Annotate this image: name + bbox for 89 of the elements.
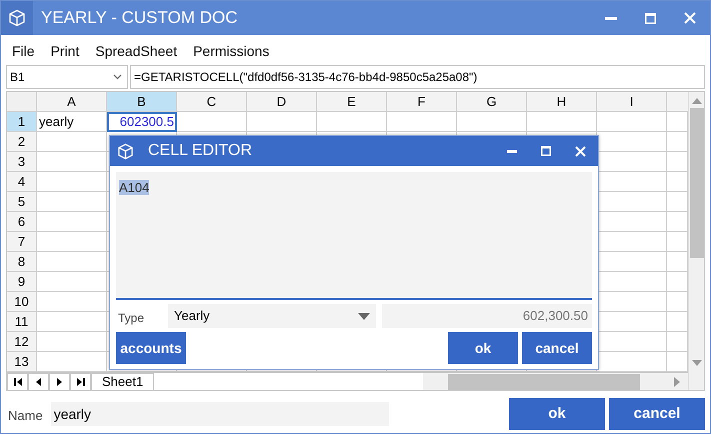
row-header[interactable]: 10 (7, 292, 37, 312)
table-cell[interactable] (37, 172, 107, 192)
dialog-button[interactable]: accounts (116, 332, 186, 364)
table-cell[interactable] (37, 332, 107, 352)
table-cell[interactable] (37, 192, 107, 212)
scrollbar-thumb[interactable] (690, 108, 704, 258)
row-header[interactable]: 3 (7, 152, 37, 172)
column-header[interactable] (667, 92, 688, 112)
first-icon (14, 378, 22, 386)
column-header[interactable]: B (107, 92, 177, 112)
down-arrow-icon[interactable] (692, 360, 702, 366)
table-cell[interactable] (37, 212, 107, 232)
type-label: Type (117, 310, 146, 327)
table-cell[interactable] (37, 312, 107, 332)
table-cell[interactable] (37, 232, 107, 252)
row-header[interactable]: 4 (7, 172, 37, 192)
table-cell[interactable] (37, 252, 107, 272)
menu-item[interactable]: File (12, 40, 35, 62)
name-field[interactable]: yearly (50, 402, 389, 426)
minimize-icon[interactable] (507, 149, 517, 153)
right-triangle-icon (57, 378, 62, 386)
close-icon[interactable] (684, 12, 696, 24)
table-cell[interactable]: yearly (37, 112, 107, 132)
column-header[interactable]: I (597, 92, 667, 112)
type-dropdown[interactable]: Yearly (168, 304, 376, 328)
row-header[interactable]: 12 (7, 332, 37, 352)
maximize-icon[interactable] (645, 12, 656, 24)
menu-item[interactable]: Print (50, 40, 80, 62)
dialog-button[interactable]: ok (448, 332, 518, 364)
row-header[interactable]: 13 (7, 352, 37, 372)
row-header[interactable]: 1 (7, 112, 37, 132)
horizontal-scrollbar[interactable] (423, 372, 688, 390)
table-cell[interactable] (37, 132, 107, 152)
dropdown-arrow-icon (358, 312, 370, 320)
row-header[interactable]: 2 (7, 132, 37, 152)
table-cell[interactable] (37, 292, 107, 312)
next-sheet-button[interactable] (49, 372, 70, 390)
table-cell[interactable] (37, 152, 107, 172)
column-header[interactable]: D (247, 92, 317, 112)
vertical-scrollbar[interactable] (688, 92, 704, 390)
column-header[interactable]: H (527, 92, 597, 112)
row-header[interactable]: 11 (7, 312, 37, 332)
table-cell[interactable] (597, 112, 667, 132)
window-title: YEARLY - CUSTOM DOC (41, 7, 238, 30)
cube-icon (8, 9, 26, 27)
menu-item[interactable]: Permissions (193, 40, 270, 62)
column-header[interactable]: F (387, 92, 457, 112)
column-header[interactable]: C (177, 92, 247, 112)
name-label: Name (8, 407, 43, 426)
first-sheet-button[interactable] (7, 372, 28, 390)
up-arrow-icon[interactable] (692, 98, 702, 104)
maximize-icon[interactable] (541, 146, 551, 156)
cell-reference-dropdown[interactable]: B1 (6, 65, 128, 89)
value-field: 602,300.50 (382, 304, 592, 328)
table-cell[interactable] (457, 112, 527, 132)
table-cell[interactable] (37, 272, 107, 292)
column-header[interactable]: G (457, 92, 527, 112)
table-cell[interactable] (177, 112, 247, 132)
right-arrow-icon[interactable] (674, 376, 680, 386)
previous-sheet-button[interactable] (28, 372, 49, 390)
table-cell[interactable] (317, 112, 387, 132)
row-header[interactable]: 7 (7, 232, 37, 252)
row-header[interactable]: 8 (7, 252, 37, 272)
formula-field[interactable]: =GETARISTOCELL("dfd0df56-3135-4c76-bb4d-9850c5a25a08") (130, 65, 705, 89)
scrollbar-thumb[interactable] (448, 374, 640, 390)
sheet-tab[interactable]: Sheet1 (91, 372, 154, 390)
dialog-button[interactable]: ok (509, 398, 605, 430)
text-editor-area[interactable]: A104 (116, 172, 592, 300)
selected-text: A104 (119, 180, 150, 195)
close-icon[interactable] (575, 146, 586, 156)
row-header[interactable]: 5 (7, 192, 37, 212)
table-cell[interactable] (527, 112, 597, 132)
table-cell[interactable] (247, 112, 317, 132)
minimize-icon[interactable] (605, 16, 617, 20)
dialog-title: CELL EDITOR (148, 141, 252, 161)
left-triangle-icon (36, 378, 41, 386)
cube-icon (117, 142, 134, 160)
row-header[interactable]: 9 (7, 272, 37, 292)
column-header[interactable]: E (317, 92, 387, 112)
row-header[interactable]: 6 (7, 212, 37, 232)
table-cell[interactable] (387, 112, 457, 132)
last-icon (76, 378, 84, 386)
corner-header[interactable] (7, 92, 37, 112)
dialog-button[interactable]: cancel (522, 332, 592, 364)
chevron-icon (113, 74, 122, 80)
menu-item[interactable]: SpreadSheet (95, 40, 178, 62)
column-header[interactable]: A (37, 92, 107, 112)
dialog-button[interactable]: cancel (609, 398, 705, 430)
table-cell[interactable]: 602300.5 (107, 112, 177, 132)
